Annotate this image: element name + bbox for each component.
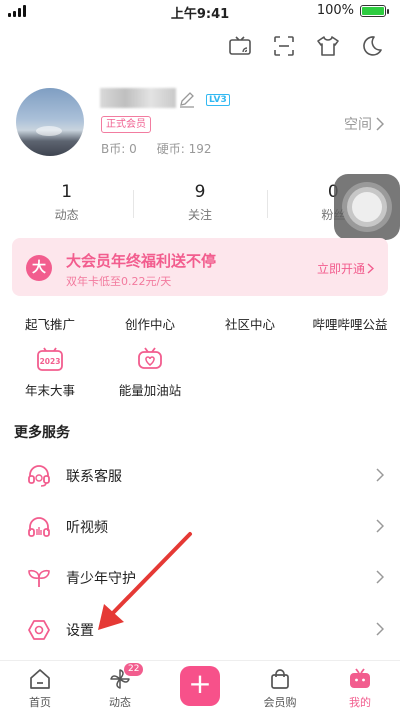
vip-title: 大会员年终福利送不停 xyxy=(66,252,217,270)
energy-tv-icon xyxy=(138,347,162,369)
member-tag: 正式会员 xyxy=(101,116,151,133)
bcoin-balance: B币: 0 xyxy=(101,142,137,156)
stat-label: 动态 xyxy=(54,208,79,222)
grid-item-year-end-events[interactable]: 2023 年末大事 xyxy=(0,346,100,399)
home-icon xyxy=(30,669,50,689)
grid-item-community-center[interactable]: 社区中心 xyxy=(200,314,300,333)
feature-grid-row: 起飞推广 创作中心 社区中心 哔哩哔哩公益 xyxy=(0,314,400,333)
scan-icon[interactable] xyxy=(268,30,300,62)
headphones-icon xyxy=(26,514,52,540)
notification-badge: 22 xyxy=(124,663,144,676)
tab-label: 会员购 xyxy=(263,696,297,709)
coin-count: 硬币: 192 xyxy=(156,142,212,156)
chevron-right-icon xyxy=(376,570,384,584)
feature-grid-row: 2023 年末大事 能量加油站 xyxy=(0,346,200,399)
service-youth-protection[interactable]: 青少年守护 xyxy=(0,553,400,603)
coin-balance: B币: 0 硬币: 192 xyxy=(101,140,212,157)
bottom-tab-bar: 首页 22 动态 + 会员购 我的 xyxy=(0,660,400,712)
username-redacted[interactable] xyxy=(100,88,176,108)
vip-cta-label: 立即开通 xyxy=(316,262,365,276)
tab-member-shop[interactable]: 会员购 xyxy=(240,661,320,712)
calendar-2023-icon: 2023 xyxy=(37,347,63,371)
vip-logo-icon: 大 xyxy=(26,255,52,281)
chevron-right-icon xyxy=(376,117,384,131)
space-label: 空间 xyxy=(344,117,372,133)
section-title: 更多服务 xyxy=(14,425,70,441)
vip-subtitle: 双年卡低至0.22元/天 xyxy=(66,275,172,288)
assistive-touch-button[interactable] xyxy=(334,174,400,240)
stat-label: 关注 xyxy=(187,208,212,222)
service-label: 听视频 xyxy=(66,520,108,536)
battery-icon xyxy=(360,5,389,17)
grid-item-bilibili-charity[interactable]: 哔哩哔哩公益 xyxy=(300,314,400,333)
settings-hex-icon xyxy=(26,617,52,643)
tab-dynamics[interactable]: 22 动态 xyxy=(80,661,160,712)
stat-dynamics[interactable]: 1 动态 xyxy=(0,182,133,223)
service-label: 联系客服 xyxy=(66,469,122,485)
plus-icon: + xyxy=(180,666,220,706)
grid-item-promotion[interactable]: 起飞推广 xyxy=(0,314,100,333)
edit-pencil-icon[interactable] xyxy=(178,90,196,112)
stat-following[interactable]: 9 关注 xyxy=(133,182,266,223)
tab-label: 动态 xyxy=(109,696,131,709)
sprout-icon xyxy=(26,565,52,591)
battery-percent: 100% xyxy=(316,3,354,18)
chevron-right-icon xyxy=(367,263,374,274)
grid-item-label: 能量加油站 xyxy=(118,383,182,398)
tab-label: 我的 xyxy=(349,696,371,709)
vip-open-button[interactable]: 立即开通 xyxy=(317,260,374,277)
tab-label: 首页 xyxy=(29,696,51,709)
moon-icon[interactable] xyxy=(356,30,388,62)
top-toolbar xyxy=(224,30,388,62)
tab-mine[interactable]: 我的 xyxy=(320,661,400,712)
my-tv-icon xyxy=(350,668,370,688)
vip-banner[interactable]: 大 大会员年终福利送不停 双年卡低至0.22元/天 立即开通 xyxy=(12,238,388,296)
grid-item-creator-center[interactable]: 创作中心 xyxy=(100,314,200,333)
space-link[interactable]: 空间 xyxy=(344,114,384,134)
grid-item-label: 年末大事 xyxy=(24,383,75,398)
service-label: 青少年守护 xyxy=(66,571,136,587)
service-contact-support[interactable]: 联系客服 xyxy=(0,451,400,501)
service-listen-video[interactable]: 听视频 xyxy=(0,502,400,552)
tab-home[interactable]: 首页 xyxy=(0,661,80,712)
service-label: 设置 xyxy=(66,623,94,639)
stat-number: 1 xyxy=(61,182,73,202)
level-badge: LV3 xyxy=(206,94,230,106)
status-bar: 上午9:41 100% xyxy=(0,0,400,22)
stat-number: 9 xyxy=(194,182,206,202)
avatar[interactable] xyxy=(16,88,84,156)
chevron-right-icon xyxy=(376,519,384,533)
tshirt-icon[interactable] xyxy=(312,30,344,62)
tv-cast-icon[interactable] xyxy=(224,30,256,62)
chevron-right-icon xyxy=(376,468,384,482)
calendar-year-text: 2023 xyxy=(40,357,61,366)
grid-item-energy-station[interactable]: 能量加油站 xyxy=(100,346,200,399)
tab-publish[interactable]: + xyxy=(160,661,240,712)
chevron-right-icon xyxy=(376,622,384,636)
headset-icon xyxy=(26,463,52,489)
shopping-bag-icon xyxy=(271,669,289,689)
service-settings[interactable]: 设置 xyxy=(0,605,400,655)
